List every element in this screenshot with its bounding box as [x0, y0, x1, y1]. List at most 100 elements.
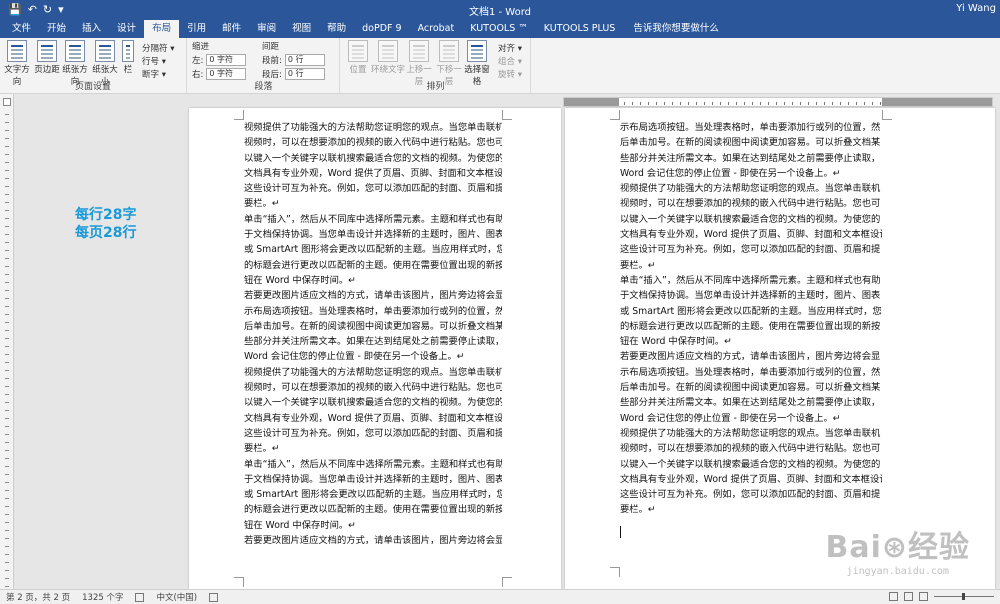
- tab-5[interactable]: 引用: [179, 20, 214, 38]
- text-line[interactable]: 这些设计可互为补充。例如，您可以添加匹配的封面、页眉和提: [244, 181, 502, 196]
- text-line[interactable]: 这些设计可互为补充。例如，您可以添加匹配的封面、页眉和提: [244, 426, 502, 441]
- text-line[interactable]: 或 SmartArt 图形将会更改以匹配新的主题。当应用样式时，您: [244, 242, 502, 257]
- text-line[interactable]: 若要更改图片适应文档的方式，请单击该图片，图片旁边将会显: [244, 533, 502, 548]
- document-workspace[interactable]: 每行28字 每页28行 视频提供了功能强大的方法帮助您证明您的观点。当您单击联机…: [0, 94, 1000, 589]
- text-line[interactable]: 视频提供了功能强大的方法帮助您证明您的观点。当您单击联机: [244, 365, 502, 380]
- selection-pane-button[interactable]: 选择窗格: [461, 40, 493, 87]
- word-count[interactable]: 1325 个字: [82, 591, 123, 603]
- indent-left-input[interactable]: 0 字符: [206, 54, 247, 66]
- text-line[interactable]: 这些设计可互为补充。例如，您可以添加匹配的封面、页眉和提: [620, 487, 882, 502]
- tab-11[interactable]: Acrobat: [410, 20, 463, 38]
- text-line[interactable]: 要栏。↵: [244, 196, 502, 211]
- text-line[interactable]: 示布局选项按钮。当处理表格时，单击要添加行或列的位置，然: [620, 120, 882, 135]
- group-button[interactable]: 组合 ▾: [498, 55, 522, 67]
- text-line[interactable]: 于文档保持协调。当您单击设计并选择新的主题时，图片、图表: [244, 472, 502, 487]
- redo-icon[interactable]: ↻: [43, 3, 52, 16]
- wrap-text-button[interactable]: 环绕文字: [371, 40, 405, 80]
- text-line[interactable]: 以键入一个关键字以联机搜索最适合您的文档的视频。为使您的: [620, 457, 882, 472]
- proofing-icon[interactable]: [135, 592, 145, 602]
- language[interactable]: 中文(中国): [156, 591, 197, 603]
- text-line[interactable]: 后单击加号。在新的阅读视图中阅读更加容易。可以折叠文档某: [620, 380, 882, 395]
- text-line[interactable]: 文档具有专业外观，Word 提供了页眉、页脚、封面和文本框设计，: [244, 411, 502, 426]
- text-line[interactable]: 以键入一个关键字以联机搜索最适合您的文档的视频。为使您的: [244, 151, 502, 166]
- columns-button[interactable]: 栏: [120, 40, 136, 80]
- macro-icon[interactable]: [209, 592, 219, 602]
- tab-4[interactable]: 布局: [144, 20, 180, 38]
- text-line[interactable]: 这些设计可互为补充。例如，您可以添加匹配的封面、页眉和提: [620, 242, 882, 257]
- text-line[interactable]: 单击“插入”，然后从不同库中选择所需元素。主题和样式也有助: [244, 457, 502, 472]
- paper-size-button[interactable]: 纸张大小: [90, 40, 120, 87]
- tell-me-search[interactable]: 告诉我你想要做什么: [633, 20, 719, 38]
- page-count[interactable]: 第 2 页，共 2 页: [6, 591, 70, 603]
- line-numbers-button[interactable]: 行号 ▾: [142, 55, 166, 67]
- text-line[interactable]: 文档具有专业外观，Word 提供了页眉、页脚、封面和文本框设计，: [620, 472, 882, 487]
- tab-12[interactable]: KUTOOLS ™: [462, 20, 536, 38]
- text-line[interactable]: 视频提供了功能强大的方法帮助您证明您的观点。当您单击联机: [620, 426, 882, 441]
- text-line[interactable]: 要栏。↵: [244, 441, 502, 456]
- page-1-text[interactable]: 视频提供了功能强大的方法帮助您证明您的观点。当您单击联机 视频时，可以在想要添加的…: [244, 120, 502, 548]
- save-icon[interactable]: 💾: [8, 3, 22, 16]
- text-line[interactable]: 于文档保持协调。当您单击设计并选择新的主题时，图片、图表: [620, 288, 882, 303]
- undo-icon[interactable]: ↶: [28, 3, 37, 16]
- text-line[interactable]: 单击“插入”，然后从不同库中选择所需元素。主题和样式也有助: [620, 273, 882, 288]
- position-button[interactable]: 位置: [343, 40, 373, 80]
- document-page-1[interactable]: 视频提供了功能强大的方法帮助您证明您的观点。当您单击联机 视频时，可以在想要添加的…: [189, 108, 561, 589]
- tab-9[interactable]: 帮助: [319, 20, 354, 38]
- text-line[interactable]: 的标题会进行更改以匹配新的主题。使用在需要位置出现的新按: [244, 258, 502, 273]
- vertical-ruler[interactable]: [0, 94, 14, 589]
- text-line[interactable]: 示布局选项按钮。当处理表格时，单击要添加行或列的位置，然: [244, 304, 502, 319]
- text-line[interactable]: 的标题会进行更改以匹配新的主题。使用在需要位置出现的新按: [620, 319, 882, 334]
- text-line[interactable]: 钮在 Word 中保存时间。↵: [244, 273, 502, 288]
- text-line[interactable]: 或 SmartArt 图形将会更改以匹配新的主题。当应用样式时，您: [620, 304, 882, 319]
- text-line[interactable]: 于文档保持协调。当您单击设计并选择新的主题时，图片、图表: [244, 227, 502, 242]
- horizontal-ruler[interactable]: [563, 97, 993, 107]
- text-line[interactable]: 文档具有专业外观，Word 提供了页眉、页脚、封面和文本框设计，: [620, 227, 882, 242]
- text-line[interactable]: 些部分并关注所需文本。如果在达到结尾处之前需要停止读取，: [620, 395, 882, 410]
- orientation-button[interactable]: 纸张方向: [60, 40, 90, 87]
- text-line[interactable]: 钮在 Word 中保存时间。↵: [244, 518, 502, 533]
- text-line[interactable]: 视频时，可以在想要添加的视频的嵌入代码中进行粘贴。您也可: [620, 196, 882, 211]
- text-line[interactable]: 后单击加号。在新的阅读视图中阅读更加容易。可以折叠文档某: [244, 319, 502, 334]
- bring-forward-button[interactable]: 上移一层: [403, 40, 435, 87]
- spacing-before-input[interactable]: 0 行: [284, 54, 325, 66]
- customize-qat-icon[interactable]: ▾: [58, 3, 64, 16]
- text-line[interactable]: 文档具有专业外观，Word 提供了页眉、页脚、封面和文本框设计，: [244, 166, 502, 181]
- zoom-slider[interactable]: [934, 593, 994, 600]
- text-line[interactable]: Word 会记住您的停止位置 - 即使在另一个设备上。↵: [620, 411, 882, 426]
- text-line[interactable]: 些部分并关注所需文本。如果在达到结尾处之前需要停止读取，: [620, 151, 882, 166]
- align-button[interactable]: 对齐 ▾: [498, 42, 522, 54]
- tab-10[interactable]: doPDF 9: [354, 20, 409, 38]
- text-line[interactable]: Word 会记住您的停止位置 - 即使在另一个设备上。↵: [244, 349, 502, 364]
- text-line[interactable]: 或 SmartArt 图形将会更改以匹配新的主题。当应用样式时，您: [244, 487, 502, 502]
- text-line[interactable]: 视频时，可以在想要添加的视频的嵌入代码中进行粘贴。您也可: [244, 135, 502, 150]
- text-line[interactable]: Word 会记住您的停止位置 - 即使在另一个设备上。↵: [620, 166, 882, 181]
- tab-selector-icon[interactable]: [3, 98, 11, 106]
- text-line[interactable]: 要栏。↵: [620, 502, 882, 517]
- text-line[interactable]: 要栏。↵: [620, 258, 882, 273]
- tab-7[interactable]: 审阅: [249, 20, 284, 38]
- page-2-text[interactable]: 示布局选项按钮。当处理表格时，单击要添加行或列的位置，然 后单击加号。在新的阅读视…: [620, 120, 882, 518]
- text-line[interactable]: 钮在 Word 中保存时间。↵: [620, 334, 882, 349]
- text-line[interactable]: 以键入一个关键字以联机搜索最适合您的文档的视频。为使您的: [244, 395, 502, 410]
- user-name[interactable]: Yi Wang: [956, 3, 996, 14]
- breaks-button[interactable]: 分隔符 ▾: [142, 42, 174, 54]
- tab-6[interactable]: 邮件: [214, 20, 249, 38]
- text-line[interactable]: 视频时，可以在想要添加的视频的嵌入代码中进行粘贴。您也可: [620, 441, 882, 456]
- text-line[interactable]: 视频提供了功能强大的方法帮助您证明您的观点。当您单击联机: [244, 120, 502, 135]
- text-line[interactable]: 视频时，可以在想要添加的视频的嵌入代码中进行粘贴。您也可: [244, 380, 502, 395]
- document-page-2[interactable]: 示布局选项按钮。当处理表格时，单击要添加行或列的位置，然 后单击加号。在新的阅读视…: [565, 108, 995, 589]
- text-line[interactable]: 若要更改图片适应文档的方式，请单击该图片，图片旁边将会显: [620, 349, 882, 364]
- text-line[interactable]: 示布局选项按钮。当处理表格时，单击要添加行或列的位置，然: [620, 365, 882, 380]
- print-layout-icon[interactable]: [904, 592, 913, 601]
- text-line[interactable]: 若要更改图片适应文档的方式，请单击该图片，图片旁边将会显: [244, 288, 502, 303]
- read-mode-icon[interactable]: [889, 592, 898, 601]
- tab-13[interactable]: KUTOOLS PLUS: [536, 20, 624, 38]
- text-direction-button[interactable]: 文字方向: [2, 40, 32, 87]
- tab-8[interactable]: 视图: [284, 20, 319, 38]
- web-layout-icon[interactable]: [919, 592, 928, 601]
- text-line[interactable]: 以键入一个关键字以联机搜索最适合您的文档的视频。为使您的: [620, 212, 882, 227]
- tab-0[interactable]: 文件: [4, 20, 39, 38]
- text-line[interactable]: 视频提供了功能强大的方法帮助您证明您的观点。当您单击联机: [620, 181, 882, 196]
- text-line[interactable]: 的标题会进行更改以匹配新的主题。使用在需要位置出现的新按: [244, 502, 502, 517]
- margins-button[interactable]: 页边距: [32, 40, 62, 80]
